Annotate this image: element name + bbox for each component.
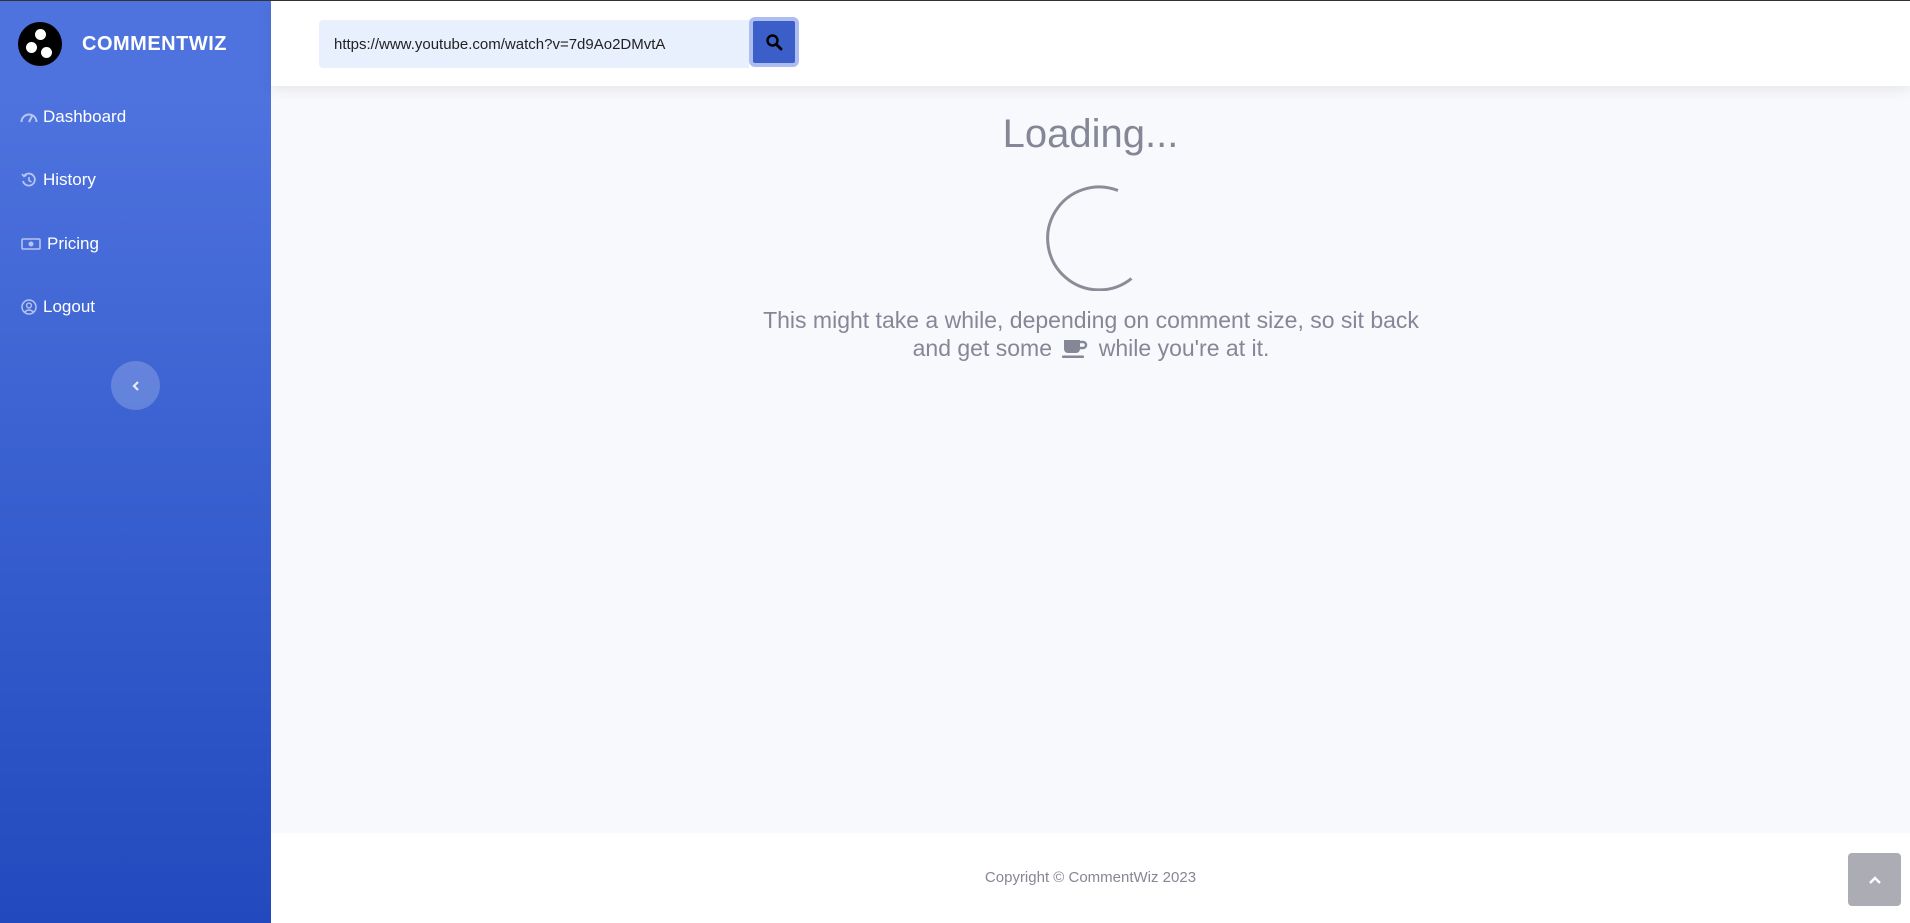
chevron-left-icon (131, 380, 139, 391)
brand[interactable]: COMMENTWIZ (18, 22, 227, 66)
sidebar-item-logout[interactable]: Logout (19, 297, 95, 317)
coffee-cup-icon (1062, 340, 1088, 358)
search-icon (766, 34, 783, 51)
logo-dots-icon (18, 22, 62, 66)
sidebar-toggle-button[interactable] (111, 361, 160, 410)
main-content: Loading... This might take a while, depe… (271, 86, 1910, 833)
money-bill-icon (19, 238, 43, 250)
sidebar-item-pricing[interactable]: Pricing (19, 234, 99, 254)
loading-message-line2: and get some while you're at it. (912, 335, 1270, 361)
speedometer-icon (19, 110, 39, 124)
sidebar-item-label: Pricing (47, 234, 99, 253)
brand-name: COMMENTWIZ (82, 32, 227, 55)
user-circle-icon (19, 299, 39, 315)
search-button[interactable] (749, 17, 799, 67)
sidebar: COMMENTWIZ Dashboard History Pricing Log… (0, 1, 271, 923)
history-icon (19, 172, 39, 188)
video-url-input[interactable] (319, 20, 749, 68)
topbar (271, 1, 1910, 86)
sidebar-item-label: Dashboard (43, 107, 127, 126)
loading-spinner (1046, 185, 1133, 291)
chevron-up-icon (1868, 875, 1881, 884)
loading-message: This might take a while, depending on co… (741, 306, 1441, 362)
sidebar-item-label: Logout (43, 297, 95, 316)
scroll-to-top-button[interactable] (1848, 853, 1901, 906)
loading-title: Loading... (1002, 112, 1179, 156)
loading-message-line1: This might take a while, depending on co… (763, 307, 1419, 333)
sidebar-item-dashboard[interactable]: Dashboard (19, 107, 126, 127)
sidebar-item-label: History (43, 170, 96, 189)
footer: Copyright © CommentWiz 2023 (271, 833, 1910, 923)
sidebar-item-history[interactable]: History (19, 170, 96, 190)
copyright-text: Copyright © CommentWiz 2023 (984, 869, 1197, 886)
